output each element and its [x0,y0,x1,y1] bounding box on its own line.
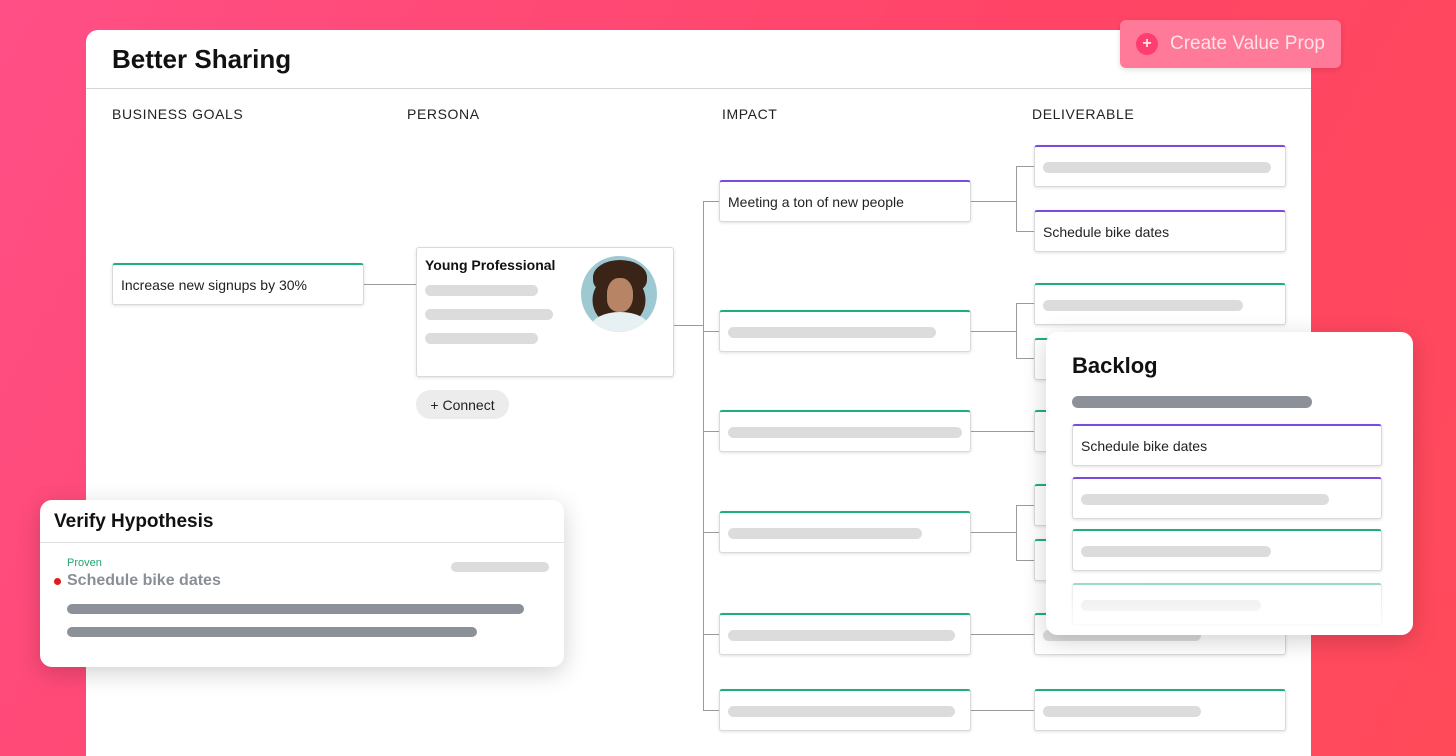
connector-impact-deliverable [970,634,1034,635]
placeholder-bar [425,333,538,344]
connector-branch [1016,358,1034,359]
deliverable-card[interactable] [1034,145,1286,187]
placeholder-bar [728,327,936,338]
connector-branch [1016,166,1034,167]
panel-divider [40,542,564,543]
connector-branch [1016,505,1034,506]
connector-deliverable-trunk [1016,303,1017,358]
persona-avatar [581,256,657,332]
hypothesis-status: Proven [67,557,102,569]
goal-card[interactable]: Increase new signups by 30% [112,263,364,305]
connector-branch [1016,231,1034,232]
connector-impact-deliverable [970,532,1016,533]
backlog-item[interactable]: Schedule bike dates [1072,424,1382,466]
connector-branch [1016,303,1034,304]
deliverable-card[interactable]: Schedule bike dates [1034,210,1286,252]
connector-branch [703,201,719,202]
connector-branch [703,634,719,635]
column-header-deliverable: DELIVERABLE [1032,106,1135,122]
placeholder-bar [1081,494,1329,505]
backlog-panel: Backlog Schedule bike dates [1046,332,1413,635]
goal-card-text: Increase new signups by 30% [121,276,307,293]
status-dot-icon [54,578,61,585]
connector-impact-deliverable [970,201,1016,202]
fade-overlay [1046,595,1413,635]
placeholder-bar [728,706,955,717]
connector-impact-deliverable [970,710,1034,711]
connector-persona-impact [673,325,703,326]
deliverable-card-text: Schedule bike dates [1043,223,1170,240]
connector-deliverable-trunk [1016,166,1017,231]
connector-branch [1016,560,1034,561]
deliverable-card[interactable] [1034,689,1286,731]
placeholder-bar [1043,300,1243,311]
backlog-item[interactable] [1072,529,1382,571]
hypothesis-name[interactable]: Schedule bike dates [67,572,221,590]
placeholder-bar [1043,162,1271,173]
placeholder-bar [451,562,549,572]
deliverable-card[interactable] [1034,283,1286,325]
placeholder-bar [425,309,553,320]
create-value-prop-label: Create Value Prop [1170,33,1325,54]
backlog-title: Backlog [1072,353,1158,378]
column-header-business-goals: BUSINESS GOALS [112,106,244,122]
connector-impact-deliverable [970,431,1034,432]
connector-impact-deliverable [970,331,1016,332]
column-header-persona: PERSONA [407,106,480,122]
placeholder-bar [728,528,922,539]
backlog-item-text: Schedule bike dates [1081,437,1208,454]
impact-card[interactable] [719,310,971,352]
connector-branch [703,532,719,533]
connector-deliverable-trunk [1016,505,1017,560]
placeholder-bar [728,630,955,641]
placeholder-bar [67,604,524,614]
impact-card[interactable]: Meeting a ton of new people [719,180,971,222]
connector-goal-persona [364,284,416,285]
plus-icon: + [1136,33,1158,55]
column-header-impact: IMPACT [722,106,778,122]
placeholder-bar [67,627,477,637]
placeholder-bar [1072,396,1312,408]
placeholder-bar [728,427,962,438]
connect-button[interactable]: + Connect [416,390,509,419]
board-title: Better Sharing [112,44,292,74]
impact-card[interactable] [719,613,971,655]
persona-card[interactable]: Young Professional [416,247,674,377]
placeholder-bar [1043,706,1201,717]
backlog-item[interactable] [1072,477,1382,519]
create-value-prop-button[interactable]: + Create Value Prop [1120,20,1341,68]
placeholder-bar [1081,546,1271,557]
header-divider [86,88,1311,89]
verify-hypothesis-panel: Verify Hypothesis Proven Schedule bike d… [40,500,564,667]
connector-branch [703,431,719,432]
connector-branch [703,331,719,332]
persona-name: Young Professional [425,257,556,273]
placeholder-bar [425,285,538,296]
connector-branch [703,710,719,711]
verify-hypothesis-title: Verify Hypothesis [54,511,214,532]
impact-card[interactable] [719,410,971,452]
impact-card[interactable] [719,511,971,553]
impact-card-text: Meeting a ton of new people [728,193,904,210]
impact-card[interactable] [719,689,971,731]
